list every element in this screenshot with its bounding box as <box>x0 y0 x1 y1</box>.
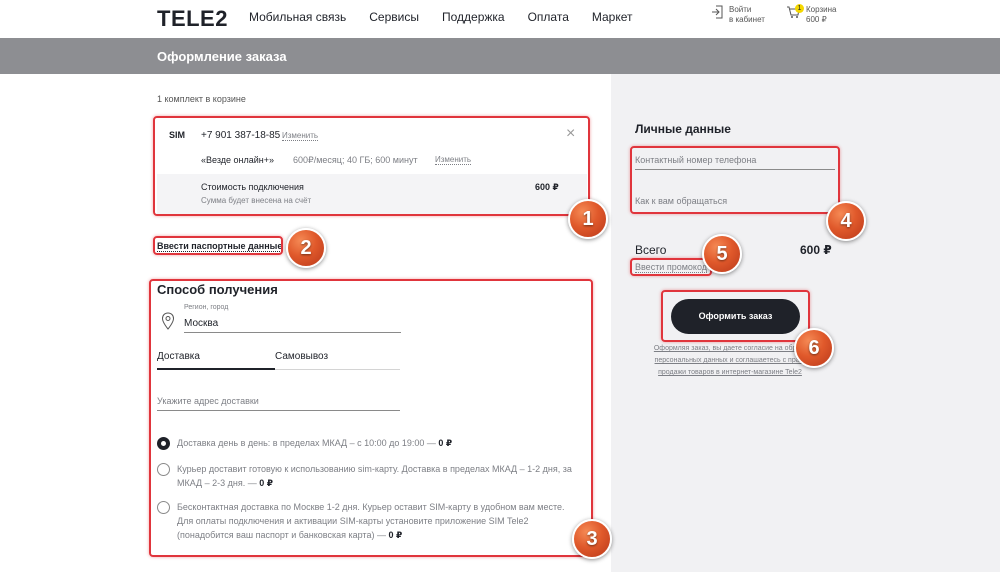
cart-count-text: 1 комплект в корзине <box>157 94 246 104</box>
change-number-link[interactable]: Изменить <box>282 131 319 141</box>
top-header: TELE2 Мобильная связь Сервисы Поддержка … <box>0 0 1000 38</box>
nav-item-support[interactable]: Поддержка <box>442 10 505 24</box>
tab-pickup[interactable]: Самовывоз <box>275 351 328 362</box>
step-badge-4: 4 <box>826 201 866 241</box>
tele2-logo[interactable]: TELE2 <box>157 6 228 32</box>
tariff-description: 600₽/месяц; 40 ГБ; 600 минут <box>293 155 418 165</box>
tab-delivery[interactable]: Доставка <box>157 351 200 362</box>
phone-number: +7 901 387-18-85 <box>201 130 281 141</box>
tariff-name: «Везде онлайн+» <box>201 155 274 165</box>
delivery-section-title: Способ получения <box>157 282 278 297</box>
delivery-option-radio-3[interactable] <box>157 501 170 514</box>
delivery-option-1-text: Доставка день в день: в пределах МКАД – … <box>177 438 453 448</box>
change-tariff-link[interactable]: Изменить <box>435 155 472 165</box>
place-order-button[interactable]: Оформить заказ <box>671 299 800 334</box>
login-label: Войти <box>729 5 752 14</box>
delivery-option-3-text: Бесконтактная доставка по Москве 1-2 дня… <box>177 502 565 540</box>
step-badge-3: 3 <box>572 519 612 559</box>
nav-item-payment[interactable]: Оплата <box>528 10 569 24</box>
region-field-label: Регион, город <box>184 304 229 311</box>
promo-code-link[interactable]: Ввести промокод <box>635 262 708 273</box>
cart-label: Корзина <box>806 5 837 14</box>
step-badge-5: 5 <box>702 234 742 274</box>
connection-cost-box: Стоимость подключения Сумма будет внесен… <box>157 174 587 214</box>
contact-phone-input[interactable] <box>635 150 835 170</box>
delivery-option-2-text: Курьер доставит готовую к использованию … <box>177 464 572 488</box>
cart-item-card: SIM +7 901 387-18-85 Изменить × «Везде о… <box>157 120 587 214</box>
region-field[interactable]: Москва <box>184 318 218 329</box>
page-banner: Оформление заказа <box>0 38 1000 74</box>
login-sublabel: в кабинет <box>729 15 765 24</box>
connection-cost-label: Стоимость подключения <box>201 182 304 192</box>
connection-cost-value: 600 ₽ <box>535 182 559 192</box>
connection-cost-note: Сумма будет внесена на счёт <box>201 196 312 205</box>
page-title: Оформление заказа <box>157 49 287 64</box>
region-field-underline <box>184 332 401 333</box>
location-pin-icon <box>161 312 175 330</box>
close-icon[interactable]: × <box>566 125 575 143</box>
step-badge-6: 6 <box>794 328 834 368</box>
total-label: Всего <box>635 243 667 257</box>
active-tab-indicator <box>157 368 275 370</box>
sim-label: SIM <box>169 130 186 140</box>
step-badge-1: 1 <box>568 199 608 239</box>
delivery-option-radio-2[interactable] <box>157 463 170 476</box>
cart-total: 600 ₽ <box>806 15 827 24</box>
cart-count-badge: 1 <box>795 4 804 13</box>
delivery-option-radio-1[interactable] <box>157 437 170 450</box>
step-badge-2: 2 <box>286 228 326 268</box>
nav-item-market[interactable]: Маркет <box>592 10 633 24</box>
cart-link[interactable]: Корзина 600 ₽ <box>786 5 836 25</box>
delivery-address-input[interactable] <box>157 391 400 411</box>
order-summary-panel <box>611 74 1000 572</box>
nav-item-services[interactable]: Сервисы <box>369 10 419 24</box>
passport-data-link[interactable]: Ввести паспортные данные <box>157 241 283 252</box>
login-icon <box>712 5 723 19</box>
page: TELE2 Мобильная связь Сервисы Поддержка … <box>0 0 1000 572</box>
total-value: 600 ₽ <box>800 243 832 257</box>
name-input[interactable] <box>635 191 835 211</box>
nav-item-mobile[interactable]: Мобильная связь <box>249 10 346 24</box>
main-nav: Мобильная связь Сервисы Поддержка Оплата… <box>249 10 656 24</box>
login-link[interactable]: Войти в кабинет <box>711 5 765 25</box>
personal-data-title: Личные данные <box>635 122 731 136</box>
